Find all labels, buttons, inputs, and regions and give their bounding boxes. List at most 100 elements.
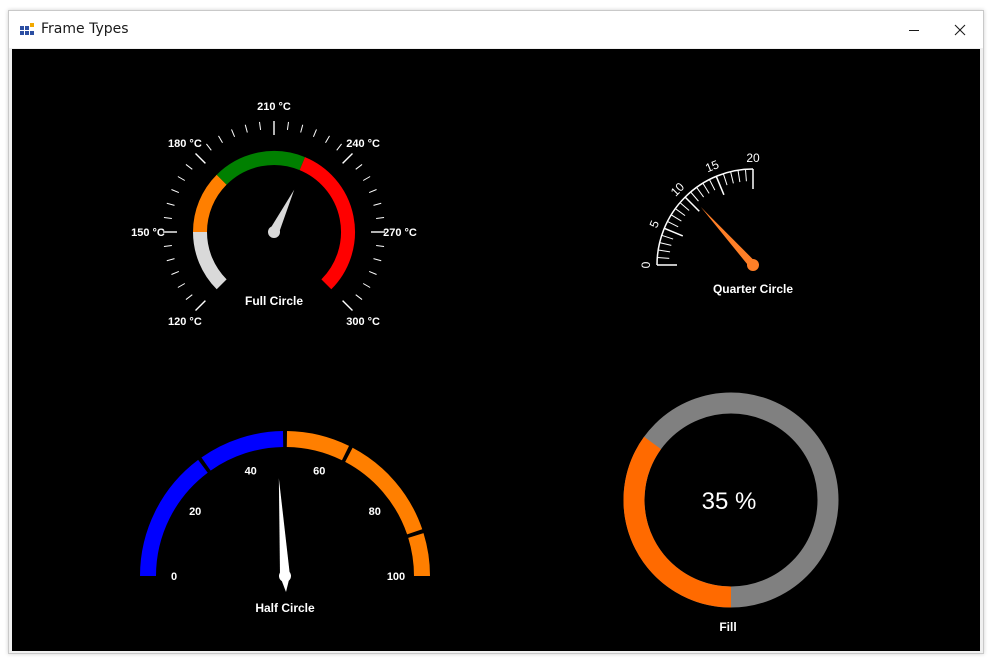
- quarter-circle-tick: [664, 227, 684, 237]
- quarter-circle-tick: [702, 182, 710, 194]
- quarter-circle-tick: [730, 171, 734, 184]
- full-circle-tick: [185, 294, 193, 300]
- full-circle-tick: [300, 124, 304, 133]
- quarter-circle-tick: [659, 242, 672, 246]
- full-circle-tick-label: 210 °C: [257, 101, 291, 113]
- gauge-canvas: 120 °C 150 °C 180 °C 210 °C 240 °C 270 °C 300 …: [12, 49, 980, 651]
- full-circle-tick-label: 120 °C: [168, 316, 202, 328]
- full-circle-tick: [312, 129, 317, 138]
- quarter-circle-caption: Quarter Circle: [713, 282, 793, 296]
- fill-gauge: 35 % Fill: [623, 392, 839, 634]
- half-circle-range-band: [286, 431, 350, 461]
- quarter-circle-tick: [675, 208, 686, 217]
- full-circle-tick: [376, 217, 385, 220]
- half-circle-tick-label: 100: [387, 571, 405, 583]
- quarter-circle-tick: [670, 214, 682, 222]
- full-circle-tick: [342, 300, 353, 311]
- half-circle-caption: Half Circle: [255, 601, 315, 615]
- full-circle-tick: [163, 217, 172, 220]
- full-circle-tick-label: 150 °C: [131, 227, 165, 239]
- quarter-circle-tick: [696, 187, 705, 198]
- quarter-circle-tick-label: 10: [668, 180, 688, 200]
- full-circle-tick: [166, 258, 175, 262]
- full-circle-tick: [368, 270, 377, 275]
- full-circle-range-band: [193, 231, 227, 290]
- full-circle-tick-label: 270 °C: [383, 227, 417, 239]
- half-circle-gauge: 0 20 40 60 80 100 Half Circle: [140, 431, 430, 615]
- full-circle-tick: [376, 244, 385, 247]
- full-circle-tick: [177, 176, 186, 181]
- full-circle-tick: [244, 124, 248, 133]
- window-title: Frame Types: [41, 21, 129, 37]
- full-circle-tick: [163, 244, 172, 247]
- fill-gauge-caption: Fill: [719, 620, 736, 634]
- fill-gauge-progress: [623, 436, 732, 608]
- app-icon: [20, 23, 34, 35]
- half-circle-range-band: [201, 431, 284, 471]
- quarter-circle-tick: [661, 234, 674, 240]
- full-circle-tick: [231, 129, 236, 138]
- half-circle-needle: [278, 478, 290, 577]
- full-circle-tick: [206, 143, 212, 151]
- quarter-circle-tick: [737, 170, 741, 183]
- full-circle-tick: [177, 283, 186, 288]
- quarter-circle-needle-cap: [747, 259, 759, 271]
- half-circle-tick-label: 20: [189, 506, 201, 518]
- half-circle-tick-label: 0: [171, 571, 177, 583]
- full-circle-tick: [373, 202, 382, 206]
- minimize-button[interactable]: [891, 11, 937, 48]
- full-circle-tick: [373, 258, 382, 262]
- quarter-circle-tick: [658, 249, 671, 253]
- full-circle-tick: [362, 283, 371, 288]
- quarter-circle-tick: [657, 256, 670, 259]
- quarter-circle-needle: [700, 207, 756, 268]
- full-circle-gauge: 120 °C 150 °C 180 °C 210 °C 240 °C 270 °C 300 …: [131, 101, 417, 328]
- half-circle-range-band: [408, 533, 430, 577]
- full-circle-tick-label: 300 °C: [346, 316, 380, 328]
- full-circle-tick: [259, 121, 262, 130]
- full-circle-tick: [171, 189, 180, 194]
- full-circle-tick: [286, 121, 289, 130]
- half-circle-tick-label: 60: [313, 465, 325, 477]
- full-circle-needle-cap: [268, 226, 280, 238]
- half-circle-range-band: [345, 447, 423, 535]
- quarter-circle-tick-label: 0: [639, 261, 653, 268]
- quarter-circle-tick-label: 15: [703, 157, 721, 175]
- close-icon: [954, 24, 966, 35]
- quarter-circle-tick-label: 5: [647, 218, 663, 230]
- quarter-circle-tick: [667, 220, 679, 228]
- quarter-circle-tick: [679, 202, 690, 211]
- quarter-circle-tick: [722, 173, 728, 186]
- full-circle-tick-label: 240 °C: [346, 138, 380, 150]
- quarter-circle-gauge: 0 5 10 15 20 Quarter Circle: [639, 151, 793, 296]
- app-window: Frame Types 120 °C 150 °C 180 °C 210 °C 240 …: [8, 10, 984, 654]
- full-circle-caption: Full Circle: [245, 294, 303, 308]
- full-circle-tick: [218, 135, 223, 144]
- full-circle-tick: [325, 135, 330, 144]
- minimize-icon: [909, 29, 919, 31]
- full-circle-tick: [195, 153, 206, 164]
- full-circle-tick: [336, 143, 342, 151]
- close-button[interactable]: [937, 11, 983, 48]
- full-circle-tick-label: 180 °C: [168, 138, 202, 150]
- half-circle-tick-label: 80: [369, 506, 381, 518]
- half-circle-tick-label: 40: [245, 465, 257, 477]
- full-circle-tick: [195, 300, 206, 311]
- full-circle-tick: [355, 294, 363, 300]
- full-circle-tick: [171, 270, 180, 275]
- full-circle-tick: [355, 164, 363, 170]
- half-circle-needle-cap: [279, 570, 291, 582]
- full-circle-range-band: [193, 174, 227, 233]
- quarter-circle-tick: [715, 176, 725, 196]
- full-circle-range-band: [299, 157, 355, 290]
- full-circle-tick: [166, 202, 175, 206]
- full-circle-tick: [185, 164, 193, 170]
- full-circle-ranges: [193, 151, 355, 290]
- quarter-circle-tick: [690, 191, 699, 202]
- full-circle-tick: [362, 176, 371, 181]
- quarter-circle-tick: [708, 179, 716, 191]
- gauges-surface: 120 °C 150 °C 180 °C 210 °C 240 °C 270 °C 300 …: [131, 101, 839, 634]
- title-bar[interactable]: Frame Types: [9, 11, 983, 48]
- quarter-circle-tick-label: 20: [746, 151, 760, 165]
- full-circle-tick: [368, 189, 377, 194]
